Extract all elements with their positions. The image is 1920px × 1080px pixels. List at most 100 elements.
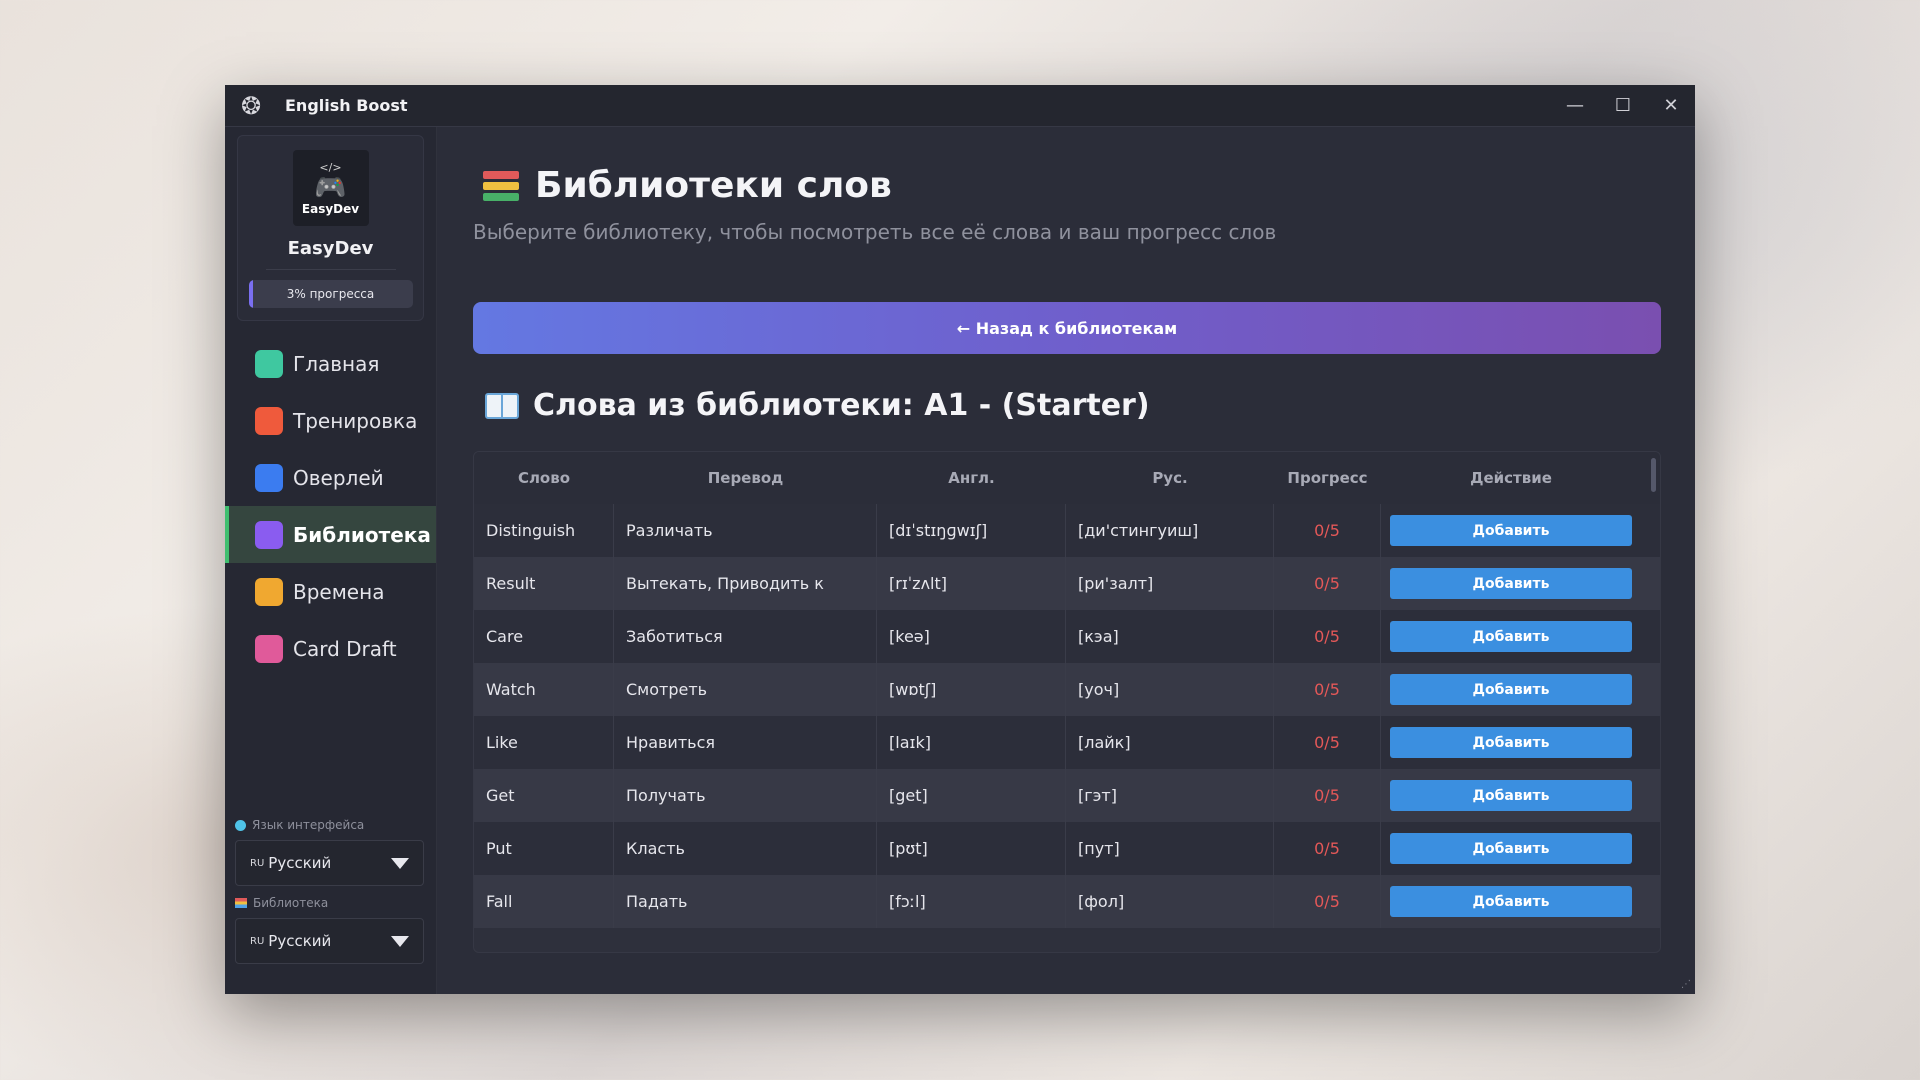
add-word-button[interactable]: Добавить [1390,780,1632,811]
page-title: Библиотеки слов [535,165,892,206]
cell-action: Добавить [1381,663,1641,716]
books-stack-icon [483,168,519,204]
overlay-icon [255,463,283,492]
add-word-button[interactable]: Добавить [1390,833,1632,864]
cell-word: Put [474,822,614,875]
sidebar-item-2[interactable]: Оверлей [225,449,436,506]
add-word-button[interactable]: Добавить [1390,886,1632,917]
gamepad-icon: 🎮 [314,172,347,203]
sidebar-item-label: Тренировка [293,408,418,433]
ru-flag-icon: RU [250,857,265,869]
page-title-row: Библиотеки слов [473,165,1661,206]
cell-action: Добавить [1381,610,1641,663]
library-language-select[interactable]: RU Русский [235,918,424,964]
ui-language-label: Язык интерфейса [252,818,365,832]
ui-language-select[interactable]: RU Русский [235,840,424,886]
table-scrollbar[interactable] [1651,458,1656,492]
table-header: Слово Перевод Англ. Рус. Прогресс Действие [474,452,1660,504]
sidebar-item-5[interactable]: Card Draft [225,620,436,677]
avatar-code-glyph: </> [319,160,342,174]
progress-label: 3% прогресса [286,287,375,301]
cell-ru: [лайк] [1066,716,1274,769]
sidebar-settings: Язык интерфейса RU Русский Библиотека RU… [235,818,424,974]
cell-translation: Заботиться [614,610,877,663]
table-row: Put Класть [pʊt] [пут] 0/5 Добавить [474,822,1660,875]
chevron-down-icon [391,857,409,869]
books-icon [235,898,247,908]
cell-ru: [фол] [1066,875,1274,928]
add-word-button[interactable]: Добавить [1390,727,1632,758]
cell-translation: Вытекать, Приводить к [614,557,877,610]
sidebar-item-3[interactable]: Библиотека [225,506,436,563]
cell-progress: 0/5 [1274,610,1381,663]
library-language-label: Библиотека [253,896,329,910]
cell-action: Добавить [1381,822,1641,875]
sidebar-item-label: Времена [293,579,385,604]
library-label-row: Библиотека [235,896,424,910]
page-subtitle: Выберите библиотеку, чтобы посмотреть вс… [473,220,1277,244]
progress-fill [248,280,254,308]
ui-language-label-row: Язык интерфейса [235,818,424,832]
window-controls: — ☐ ✕ [1551,85,1695,126]
resize-grip-icon[interactable]: ⋰ [1681,979,1691,990]
cell-ru: [ри'залт] [1066,557,1274,610]
column-header[interactable]: Перевод [614,469,877,487]
cell-translation: Нравиться [614,716,877,769]
add-word-button[interactable]: Добавить [1390,515,1632,546]
cards-icon [255,634,283,663]
add-word-button[interactable]: Добавить [1390,621,1632,652]
title-bar[interactable]: ❂ English Boost — ☐ ✕ [225,85,1695,127]
ru-flag-icon: RU [250,935,265,947]
close-button[interactable]: ✕ [1647,85,1695,126]
ui-language-value: Русский [268,854,332,872]
sidebar-nav: Главная Тренировка Оверлей Библиотека Времен… [225,335,436,677]
cell-ru: [ди'стингуиш] [1066,504,1274,557]
open-book-icon [485,392,519,419]
add-word-button[interactable]: Добавить [1390,568,1632,599]
sidebar: </> 🎮 EasyDev EasyDev 3% прогресса Главн… [225,127,437,994]
app-window: ❂ English Boost — ☐ ✕ </> 🎮 EasyDev Easy… [225,85,1695,994]
sidebar-item-label: Card Draft [293,636,397,661]
sidebar-item-1[interactable]: Тренировка [225,392,436,449]
minimize-button[interactable]: — [1551,85,1599,126]
profile-card: </> 🎮 EasyDev EasyDev 3% прогресса [237,135,424,321]
progress-bar: 3% прогресса [248,280,413,308]
table-row: Distinguish Различать [dɪˈstɪŋɡwɪʃ] [ди'сти… [474,504,1660,557]
cell-word: Distinguish [474,504,614,557]
sidebar-item-4[interactable]: Времена [225,563,436,620]
avatar-label: EasyDev [301,201,360,216]
words-table: Слово Перевод Англ. Рус. Прогресс Действие Di… [473,451,1661,953]
cell-progress: 0/5 [1274,663,1381,716]
cell-progress: 0/5 [1274,769,1381,822]
app-title: English Boost [285,96,408,115]
column-header[interactable]: Англ. [877,469,1066,487]
back-to-libraries-button[interactable]: ← Назад к библиотекам [473,302,1661,354]
profile-divider [265,269,396,270]
sidebar-item-label: Главная [293,351,380,376]
column-header[interactable]: Прогресс [1274,469,1381,487]
column-header[interactable]: Рус. [1066,469,1274,487]
home-icon [255,349,283,378]
cell-en: [get] [877,769,1066,822]
cell-translation: Падать [614,875,877,928]
cell-word: Result [474,557,614,610]
column-header[interactable]: Слово [474,469,614,487]
add-word-button[interactable]: Добавить [1390,674,1632,705]
maximize-button[interactable]: ☐ [1599,85,1647,126]
brain-icon: ❂ [241,91,262,120]
cell-action: Добавить [1381,716,1641,769]
play-icon [255,406,283,435]
sidebar-item-0[interactable]: Главная [225,335,436,392]
cell-ru: [уоч] [1066,663,1274,716]
table-row: Care Заботиться [keə] [кэа] 0/5 Добавить [474,610,1660,663]
column-header[interactable]: Действие [1381,469,1641,487]
cell-en: [pʊt] [877,822,1066,875]
cell-progress: 0/5 [1274,504,1381,557]
clock-icon [255,577,283,606]
cell-progress: 0/5 [1274,557,1381,610]
cell-action: Добавить [1381,875,1641,928]
section-title: Слова из библиотеки: A1 - (Starter) [533,388,1150,423]
profile-name: EasyDev [287,238,374,259]
cell-en: [keə] [877,610,1066,663]
cell-action: Добавить [1381,557,1641,610]
